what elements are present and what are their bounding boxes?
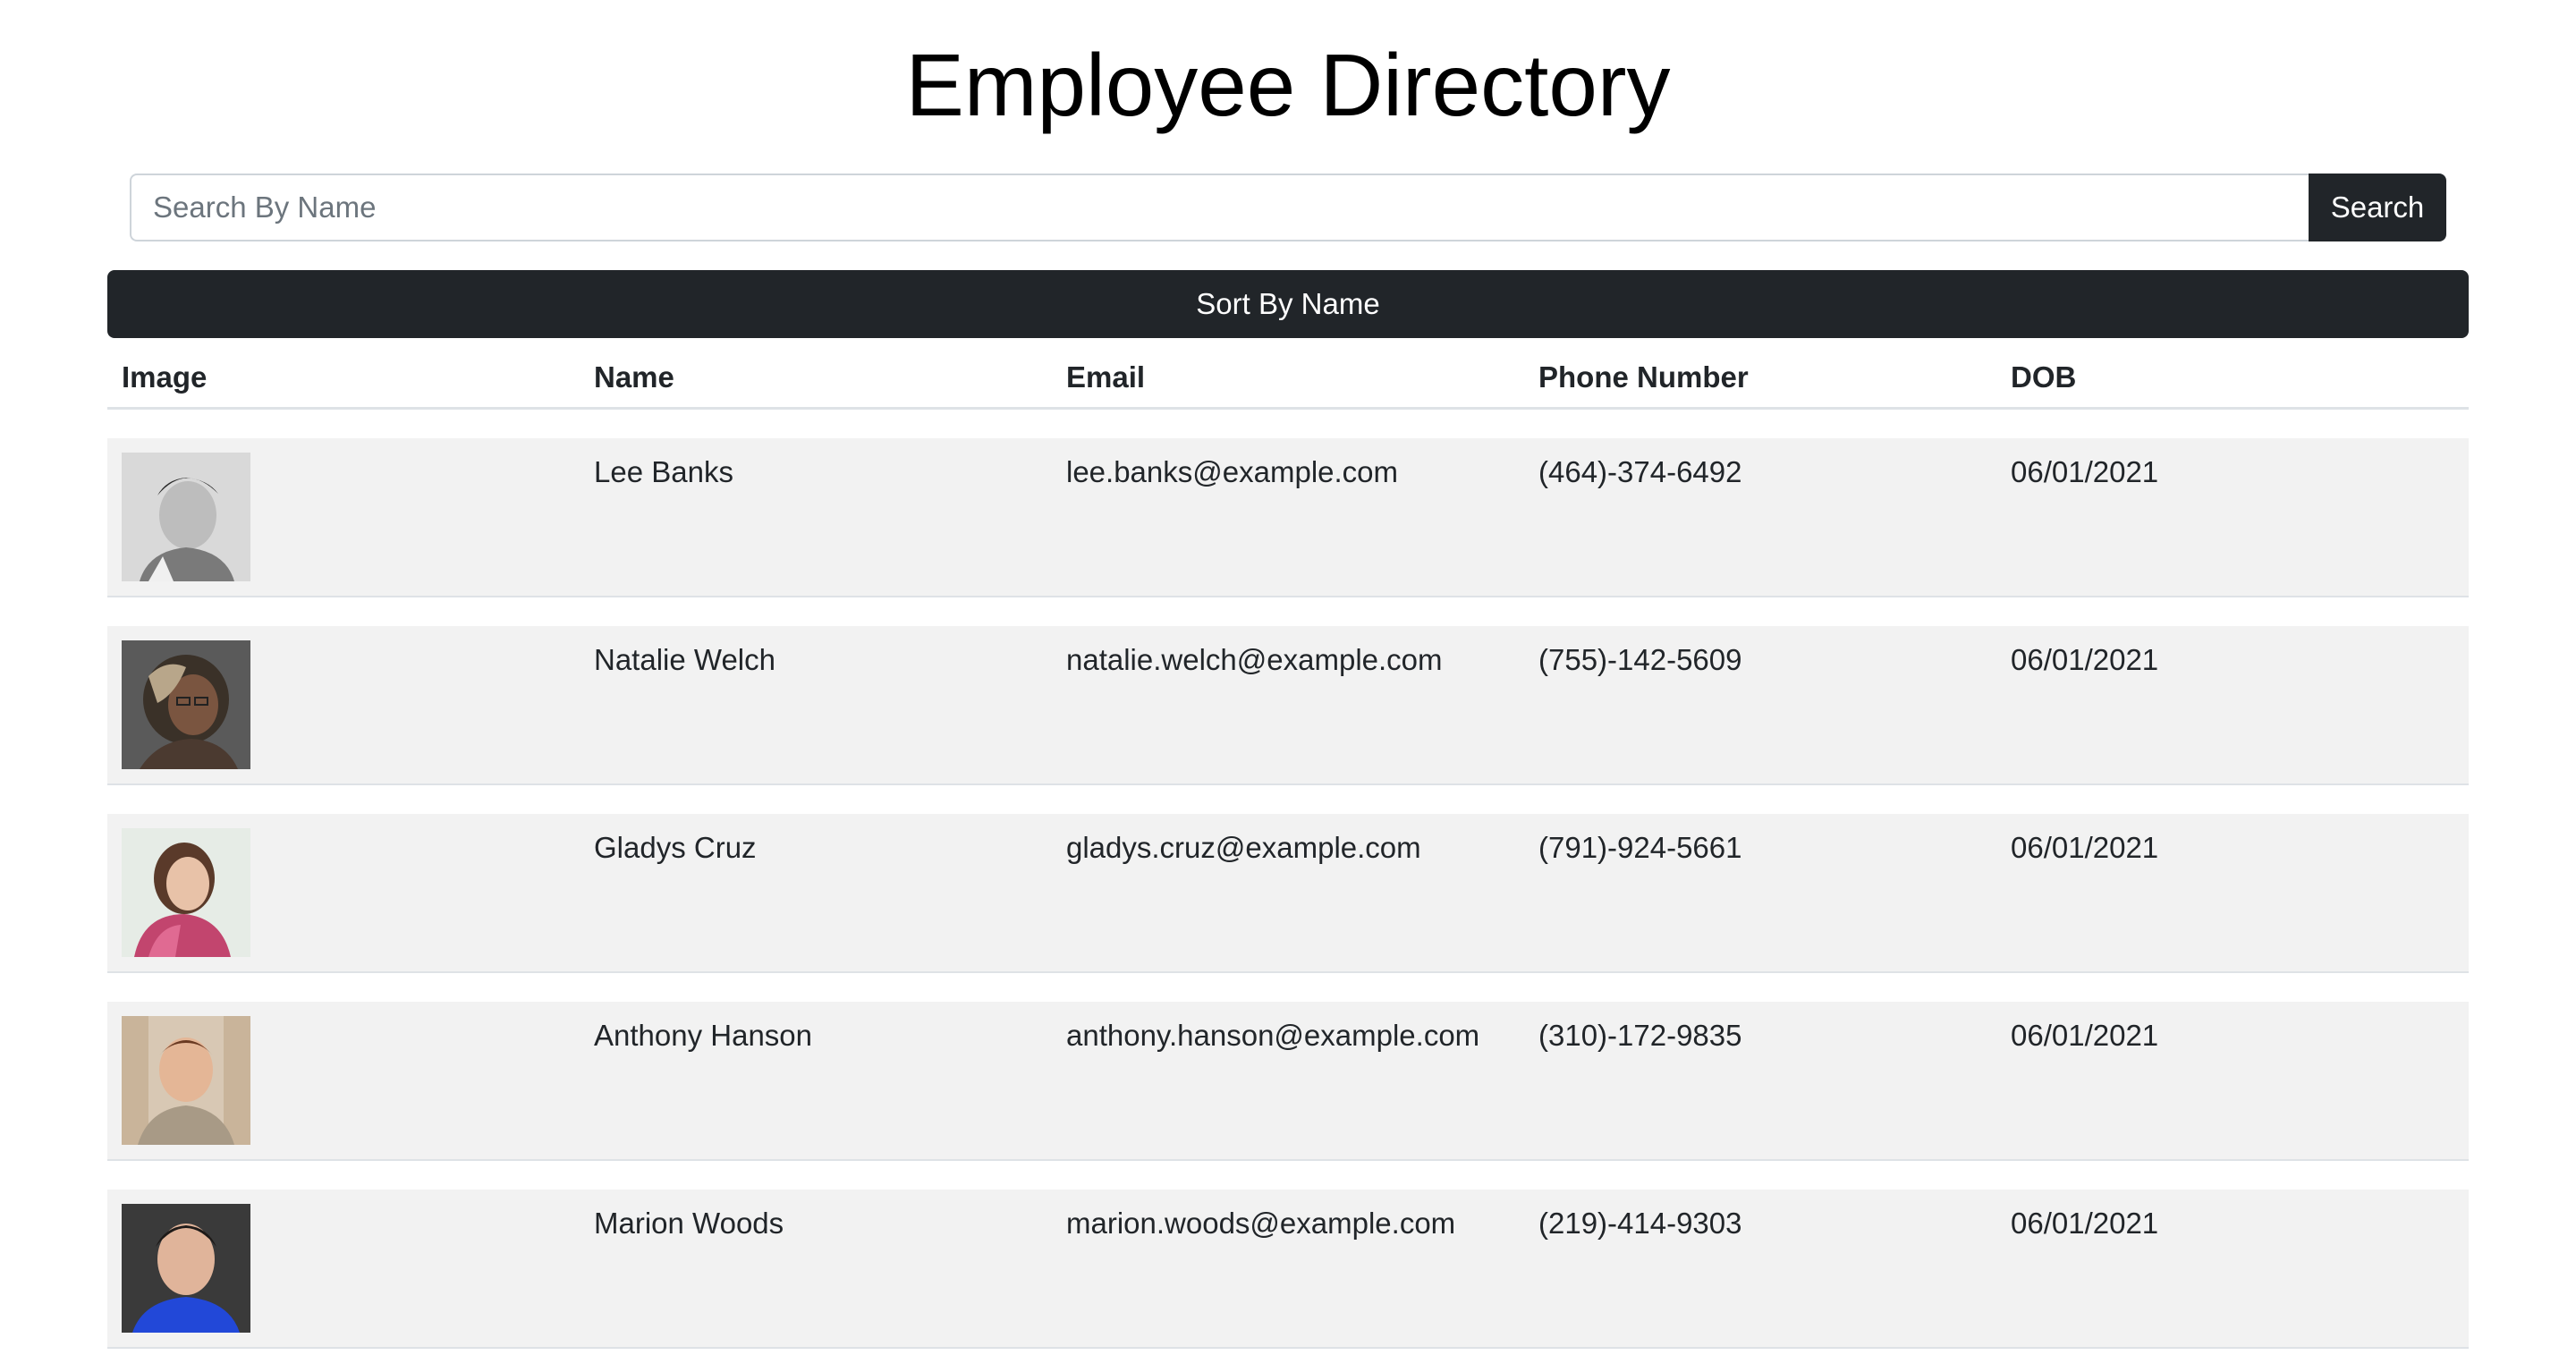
- name-cell: Natalie Welch: [594, 643, 775, 676]
- header-image: Image: [122, 360, 208, 394]
- phone-cell: (755)-142-5609: [1538, 643, 1742, 676]
- email-cell: gladys.cruz@example.com: [1066, 831, 1421, 864]
- employee-photo: [122, 640, 250, 769]
- dob-cell: 06/01/2021: [2011, 643, 2159, 676]
- image-cell: [107, 1002, 580, 1159]
- table-row: Marion Woods marion.woods@example.com (2…: [107, 1190, 2469, 1349]
- sort-by-name-button[interactable]: Sort By Name: [107, 270, 2469, 338]
- phone-cell: (219)-414-9303: [1538, 1207, 1742, 1240]
- employee-photo: [122, 1016, 250, 1145]
- image-cell: [107, 814, 580, 971]
- dob-cell: 06/01/2021: [2011, 831, 2159, 864]
- employee-table: Image Name Email Phone Number DOB Lee Ba…: [107, 347, 2469, 1372]
- table-row: Gladys Cruz gladys.cruz@example.com (791…: [107, 814, 2469, 973]
- employee-photo: [122, 453, 250, 581]
- search-button[interactable]: Search: [2309, 174, 2446, 241]
- dob-cell: 06/01/2021: [2011, 455, 2159, 488]
- search-bar: Search: [130, 174, 2446, 241]
- header-name: Name: [594, 360, 674, 394]
- header-dob: DOB: [2011, 360, 2077, 394]
- header-phone: Phone Number: [1538, 360, 1749, 394]
- image-cell: [107, 438, 580, 596]
- email-cell: marion.woods@example.com: [1066, 1207, 1456, 1240]
- search-input[interactable]: [130, 174, 2309, 241]
- name-cell: Anthony Hanson: [594, 1019, 813, 1052]
- table-header: Image Name Email Phone Number DOB: [107, 347, 2469, 410]
- image-cell: [107, 626, 580, 783]
- dob-cell: 06/01/2021: [2011, 1019, 2159, 1052]
- table-row: Natalie Welch natalie.welch@example.com …: [107, 626, 2469, 785]
- image-cell: [107, 1190, 580, 1347]
- employee-photo: [122, 828, 250, 957]
- phone-cell: (791)-924-5661: [1538, 831, 1742, 864]
- email-cell: natalie.welch@example.com: [1066, 643, 1443, 676]
- header-email: Email: [1066, 360, 1146, 394]
- name-cell: Gladys Cruz: [594, 831, 757, 864]
- employee-directory-page: Employee Directory Search Sort By Name I…: [0, 0, 2576, 1372]
- name-cell: Lee Banks: [594, 455, 733, 488]
- page-title: Employee Directory: [905, 36, 1671, 134]
- email-cell: anthony.hanson@example.com: [1066, 1019, 1480, 1052]
- employee-photo: [122, 1204, 250, 1333]
- table-row: Lee Banks lee.banks@example.com (464)-37…: [107, 438, 2469, 597]
- dob-cell: 06/01/2021: [2011, 1207, 2159, 1240]
- table-body: Lee Banks lee.banks@example.com (464)-37…: [107, 438, 2469, 1349]
- phone-cell: (310)-172-9835: [1538, 1019, 1742, 1052]
- email-cell: lee.banks@example.com: [1066, 455, 1399, 488]
- name-cell: Marion Woods: [594, 1207, 784, 1240]
- table-row: Anthony Hanson anthony.hanson@example.co…: [107, 1002, 2469, 1161]
- phone-cell: (464)-374-6492: [1538, 455, 1742, 488]
